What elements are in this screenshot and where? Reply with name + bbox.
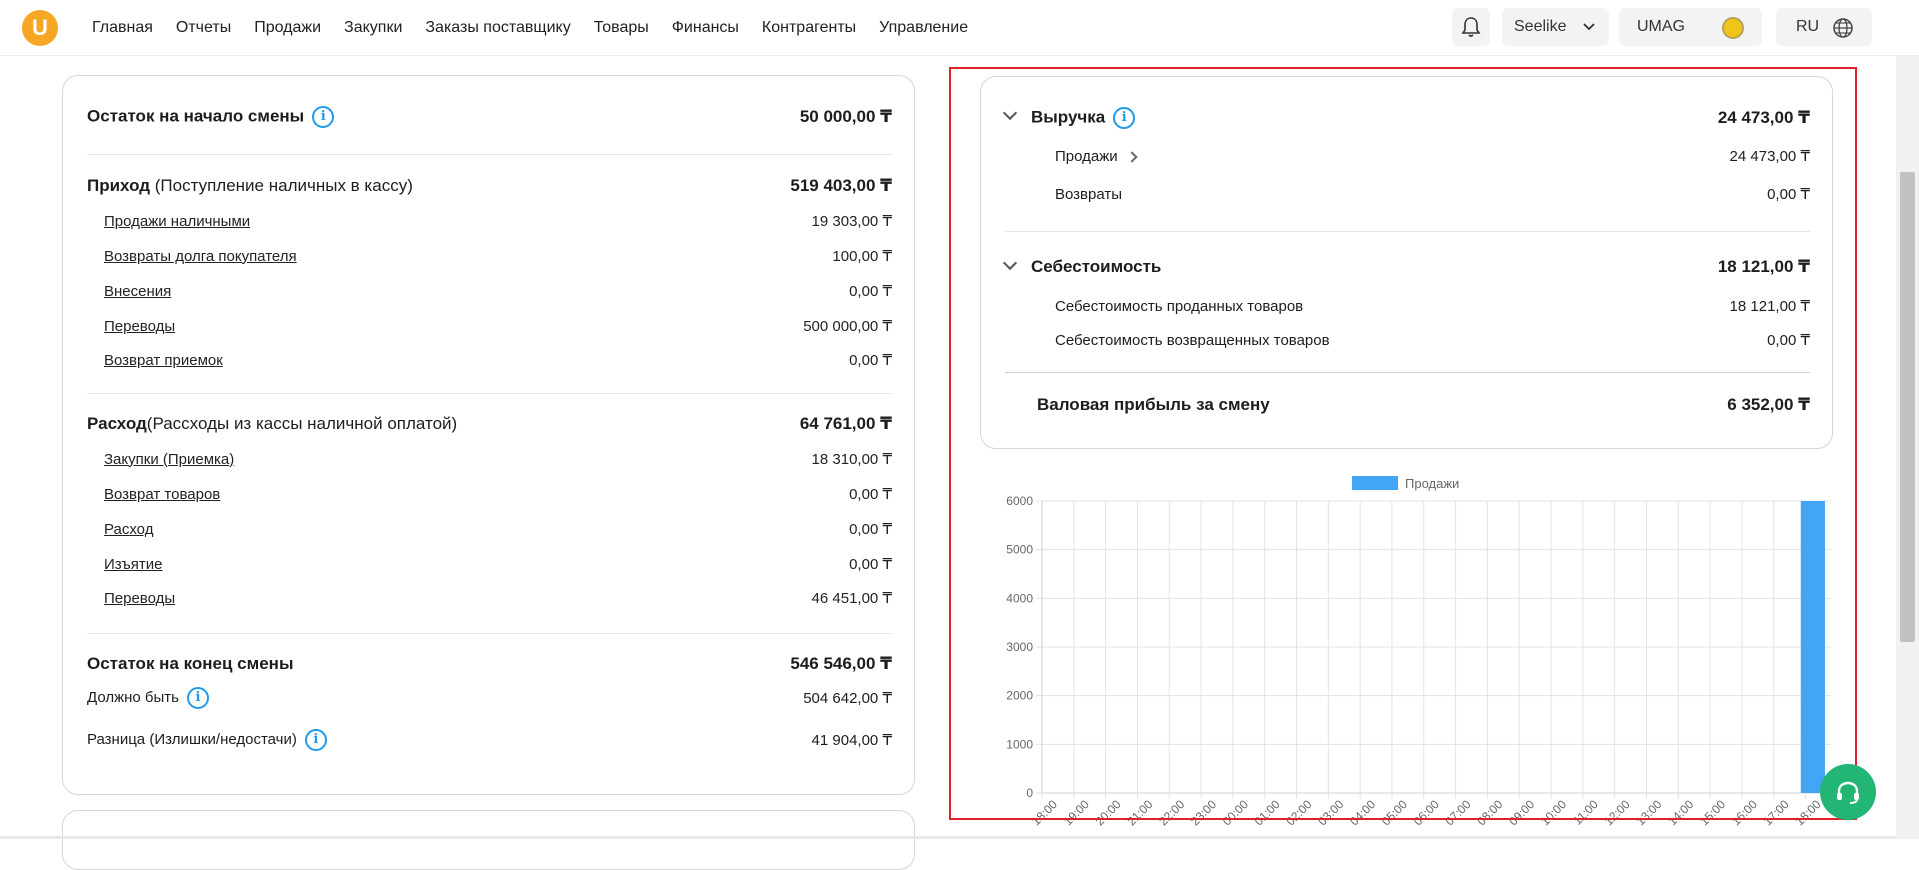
company-selector[interactable]: UMAG (1619, 8, 1762, 46)
globe-icon (1833, 18, 1853, 38)
income-item-value: 19 303,00 ₸ (811, 213, 892, 230)
support-chat-button[interactable] (1820, 764, 1876, 820)
flag-icon (1722, 17, 1744, 39)
store-name: Seelike (1514, 18, 1567, 35)
opening-balance-value: 50 000,00 ₸ (799, 107, 892, 126)
closing-balance-row: Остаток на конец смены 546 546,00 ₸ (87, 654, 892, 674)
income-item-value: 0,00 ₸ (849, 352, 892, 369)
expense-item: Расход 0,00 ₸ (87, 520, 892, 539)
income-row: Приход (Поступление наличных в кассу) 51… (87, 176, 892, 196)
income-label: Приход (87, 176, 151, 195)
cash-report-card: Остаток на начало смены i 50 000,00 ₸ При… (62, 75, 915, 795)
info-icon[interactable]: i (304, 729, 327, 751)
app-logo[interactable]: U (22, 10, 58, 46)
language-label: RU (1796, 18, 1820, 35)
difference-row: Разница (Излишки/недостачи) i 41 904,00 ₸ (87, 729, 892, 751)
expected-value: 504 642,00 ₸ (803, 690, 892, 707)
income-item: Возвраты долга покупателя 100,00 ₸ (87, 247, 892, 266)
nav-item-reports[interactable]: Отчеты (176, 19, 231, 37)
income-item: Возврат приемок 0,00 ₸ (87, 351, 892, 370)
nav-item-sales[interactable]: Продажи (254, 19, 321, 37)
income-item: Внесения 0,00 ₸ (87, 282, 892, 301)
info-icon[interactable]: i (186, 687, 209, 709)
company-name: UMAG (1637, 18, 1685, 35)
income-item-value: 0,00 ₸ (849, 283, 892, 300)
divider (87, 154, 892, 155)
closing-balance-label: Остаток на конец смены (87, 654, 294, 673)
notifications-button[interactable] (1452, 8, 1490, 46)
expense-value: 64 761,00 ₸ (799, 414, 892, 433)
divider (87, 393, 892, 394)
nav-item-management[interactable]: Управление (879, 19, 968, 37)
expense-description: (Рассходы из кассы наличной оплатой) (146, 414, 458, 433)
expense-item-link[interactable]: Изъятие (87, 556, 162, 573)
expense-row: Расход(Рассходы из кассы наличной оплато… (87, 414, 892, 434)
income-item: Переводы 500 000,00 ₸ (87, 317, 892, 336)
income-item-value: 100,00 ₸ (832, 248, 892, 265)
scrollbar-thumb[interactable] (1900, 172, 1915, 642)
nav-item-purchases[interactable]: Закупки (344, 19, 402, 37)
opening-balance-row: Остаток на начало смены i 50 000,00 ₸ (87, 106, 892, 128)
language-selector[interactable]: RU (1776, 8, 1872, 46)
expense-item-link[interactable]: Переводы (87, 590, 175, 607)
secondary-card (62, 810, 915, 870)
nav-item-home[interactable]: Главная (92, 19, 153, 37)
expense-item-link[interactable]: Закупки (Приемка) (87, 451, 234, 468)
income-item-link[interactable]: Переводы (87, 318, 175, 335)
opening-balance-label: Остаток на начало смены (87, 106, 305, 126)
difference-label: Разница (Излишки/недостачи) (87, 731, 297, 749)
nav-item-counterparties[interactable]: Контрагенты (762, 19, 856, 37)
expense-item: Переводы 46 451,00 ₸ (87, 589, 892, 608)
expense-label: Расход (87, 414, 147, 433)
bell-icon (1461, 17, 1481, 37)
expense-item: Изъятие 0,00 ₸ (87, 555, 892, 574)
expense-item: Закупки (Приемка) 18 310,00 ₸ (87, 450, 892, 469)
income-item-link[interactable]: Возвраты долга покупателя (87, 248, 297, 265)
income-value: 519 403,00 ₸ (790, 176, 892, 195)
income-item-link[interactable]: Внесения (87, 283, 171, 300)
expense-item-value: 0,00 ₸ (849, 556, 892, 573)
income-item-link[interactable]: Продажи наличными (87, 213, 250, 230)
page-scrollbar[interactable] (1896, 56, 1919, 839)
nav-item-finance[interactable]: Финансы (672, 19, 739, 37)
main-nav: Главная Отчеты Продажи Закупки Заказы по… (92, 0, 991, 56)
top-navigation-bar: U Главная Отчеты Продажи Закупки Заказы … (0, 0, 1919, 56)
divider (87, 633, 892, 634)
income-item-link[interactable]: Возврат приемок (87, 352, 223, 369)
nav-item-supplier-orders[interactable]: Заказы поставщику (425, 19, 570, 37)
expense-item-link[interactable]: Возврат товаров (87, 486, 220, 503)
info-icon[interactable]: i (312, 106, 335, 128)
closing-balance-value: 546 546,00 ₸ (790, 654, 892, 673)
store-selector[interactable]: Seelike (1502, 8, 1609, 46)
income-item-value: 500 000,00 ₸ (803, 318, 892, 335)
nav-item-products[interactable]: Товары (594, 19, 649, 37)
expense-item-value: 0,00 ₸ (849, 486, 892, 503)
income-description: (Поступление наличных в кассу) (150, 176, 413, 195)
headset-icon (1837, 781, 1859, 804)
expected-label: Должно быть (87, 689, 179, 707)
income-item: Продажи наличными 19 303,00 ₸ (87, 212, 892, 231)
expense-item: Возврат товаров 0,00 ₸ (87, 485, 892, 504)
expense-item-value: 46 451,00 ₸ (811, 590, 892, 607)
chevron-down-icon (1583, 23, 1595, 31)
difference-value: 41 904,00 ₸ (811, 732, 892, 749)
expected-row: Должно быть i 504 642,00 ₸ (87, 687, 892, 709)
expense-item-link[interactable]: Расход (87, 521, 153, 538)
highlight-frame (949, 67, 1857, 820)
expense-item-value: 18 310,00 ₸ (811, 451, 892, 468)
expense-item-value: 0,00 ₸ (849, 521, 892, 538)
